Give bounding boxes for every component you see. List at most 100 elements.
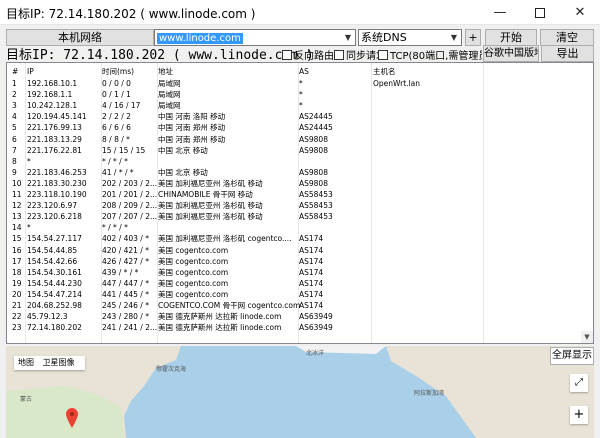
table-row[interactable]: 23 72.14.180.202 241 / 241 / 2... 美国 德克萨斯州 … [7,322,593,333]
row-location: 美国 德克萨斯州 达拉斯 linode.com [158,323,282,333]
chevron-down-icon[interactable]: ▼ [341,30,355,45]
table-row[interactable]: 2 192.168.1.1 0 / 1 / 1 局域网 * [7,89,593,100]
row-ip: 221.176.99.13 [27,123,82,133]
table-row[interactable]: 16 154.54.44.85 420 / 421 / * 美国 cogentco.c… [7,245,593,256]
reverse-route-checkbox[interactable]: 反向路由 [282,47,334,62]
add-button[interactable]: + [465,29,481,46]
row-as: AS174 [299,301,324,310]
row-ip: 223.120.6.218 [27,212,82,222]
table-row[interactable]: 7 221.176.22.81 15 / 15 / 15 中国 北京 移动 AS9808 [7,145,593,156]
close-button[interactable]: ✕ [560,0,600,25]
row-ip: 223.120.6.97 [27,201,78,211]
map-label-alaska-gulf: 阿拉斯加湾 [414,390,445,397]
row-time: 207 / 207 / 2... [102,212,158,222]
table-row[interactable]: 11 223.118.10.190 201 / 201 / 2... CHINAMOB… [7,189,593,200]
row-ip: 221.183.30.230 [27,178,87,188]
row-as: AS9808 [299,178,328,188]
map-land [6,346,594,438]
table-row[interactable]: 17 154.54.42.66 426 / 427 / * 美国 cogentco.c… [7,256,593,267]
map-view[interactable]: 地图 卫星图像 蒙古 鄂霍次克海 阿拉斯加湾 北冰洋 全屏显示 ⤢ + [6,346,594,438]
row-location: 美国 加利福尼亚州 洛杉矶 移动 [158,212,263,222]
row-ip: 120.194.45.141 [27,112,87,122]
row-as: * [299,101,303,111]
table-row[interactable]: 13 223.120.6.218 207 / 207 / 2... 美国 加利福尼亚州… [7,211,593,222]
row-time: 245 / 246 / * [102,301,149,310]
table-row[interactable]: 21 204.68.252.98 245 / 246 / * COGENTCO.COM… [7,300,593,311]
column-header-as[interactable]: AS [299,66,369,77]
table-row[interactable]: 9 221.183.46.253 41 / * / * 中国 北京 移动 AS9808 [7,167,593,178]
tab-satellite[interactable]: 卫星图像 [43,358,75,367]
row-time: 0 / 0 / 0 [102,79,131,88]
row-ip: 45.79.12.3 [27,312,68,322]
table-row[interactable]: 3 10.242.128.1 4 / 16 / 17 局域网 * [7,100,593,111]
table-row[interactable]: 10 221.183.30.230 202 / 203 / 2... 美国 加利福尼亚… [7,178,593,189]
row-location: 中国 北京 移动 [158,145,208,155]
row-time: 15 / 15 / 15 [102,145,146,155]
table-row[interactable]: 19 154.54.44.230 447 / 447 / * 美国 cogentco.… [7,278,593,289]
row-location: 美国 加利福尼亚州 洛杉矶 移动 [158,178,263,188]
tab-map[interactable]: 地图 [18,358,34,367]
zoom-in-button[interactable]: + [570,406,588,424]
minimize-button[interactable]: — [480,0,520,25]
map-select-button[interactable]: 谷歌中国版地图 [483,45,539,62]
row-as: AS58453 [299,212,333,222]
row-ip: 154.54.44.85 [27,245,78,255]
row-as: AS24445 [299,123,333,133]
checkbox-box[interactable] [282,50,292,60]
maximize-button[interactable] [520,0,560,25]
table-row[interactable]: 4 120.194.45.141 2 / 2 / 2 中国 河南 洛阳 移动 AS244… [7,111,593,122]
start-button[interactable]: 开始 [485,29,537,46]
row-location: 中国 北京 移动 [158,167,208,177]
clear-button[interactable]: 清空 [540,29,594,46]
row-as: AS174 [299,278,324,288]
target-input-value: www.linode.com [157,33,243,44]
checkbox-box[interactable] [334,50,344,60]
row-ip: 154.54.47.214 [27,289,82,299]
chevron-down-icon[interactable]: ▼ [447,30,461,45]
map-type-tabs: 地图 卫星图像 [14,356,85,370]
row-location: 中国 河南 洛阳 移动 [158,112,226,122]
row-location: 局域网 [158,79,181,88]
table-row[interactable]: 5 221.176.99.13 6 / 6 / 6 中国 河南 郑州 移动 AS2444… [7,122,593,133]
tcp-mode-checkbox[interactable]: TCP(80端口,需管理员权限 [378,47,482,62]
map-label-mongolia: 蒙古 [20,396,33,403]
table-row[interactable]: 18 154.54.30.161 439 / * / * 美国 cogentco.co… [7,267,593,278]
column-header-location[interactable]: 地址 [158,66,300,77]
table-row[interactable]: 14 * * / * / * [7,222,593,233]
map-label-arctic: 北冰洋 [306,350,325,357]
row-location: 美国 加利福尼亚州 洛杉矶 移动 [158,201,263,211]
table-row[interactable]: 1 192.168.10.1 0 / 0 / 0 局域网 * OpenWrt.lan [7,78,593,89]
row-as: AS9808 [299,145,328,155]
row-as: AS58453 [299,201,333,211]
expand-icon[interactable]: ⤢ [570,374,588,392]
column-header-ip[interactable]: IP [27,66,102,77]
fullscreen-button[interactable]: 全屏显示 [550,347,594,365]
dns-select[interactable]: 系统DNS ▼ [358,29,462,46]
row-as: AS9808 [299,167,328,177]
table-row[interactable]: 15 154.54.27.117 402 / 403 / * 美国 加利福尼亚州 洛杉… [7,233,593,244]
row-location: CHINAMOBILE 骨干网 移动 [158,190,253,199]
table-row[interactable]: 22 45.79.12.3 243 / 280 / * 美国 德克萨斯州 达拉斯 li… [7,311,593,322]
table-row[interactable]: 20 154.54.47.214 441 / 445 / * 美国 cogentco.… [7,289,593,300]
row-ip: 72.14.180.202 [27,323,82,333]
table-row[interactable]: 8 * * / * / * [7,156,593,167]
row-as: AS174 [299,256,324,266]
checkbox-box[interactable] [378,50,388,60]
scroll-down-arrow[interactable]: ▼ [581,331,593,343]
table-row[interactable]: 6 221.183.13.29 8 / 8 / * 中国 河南 郑州 移动 AS9808 [7,134,593,145]
column-header-hostname[interactable]: 主机名 [373,66,483,77]
window-title: 目标IP: 72.14.180.202 ( www.linode.com ) [6,7,256,21]
row-time: 402 / 403 / * [102,234,149,244]
table-row[interactable]: 12 223.120.6.97 208 / 209 / 2... 美国 加利福尼亚州 … [7,200,593,211]
row-location: 局域网 [158,101,181,111]
column-header-time[interactable]: 时间(ms) [102,66,160,77]
row-as: AS9808 [299,134,328,144]
row-time: 441 / 445 / * [102,289,149,299]
location-pin-icon[interactable] [66,408,78,428]
row-ip: 192.168.10.1 [27,79,78,88]
reverse-route-label: 反向路由 [294,51,334,62]
export-button[interactable]: 导出 [541,45,594,62]
row-ip: 192.168.1.1 [27,90,73,100]
row-location: 局域网 [158,90,181,100]
row-time: 6 / 6 / 6 [102,123,131,133]
